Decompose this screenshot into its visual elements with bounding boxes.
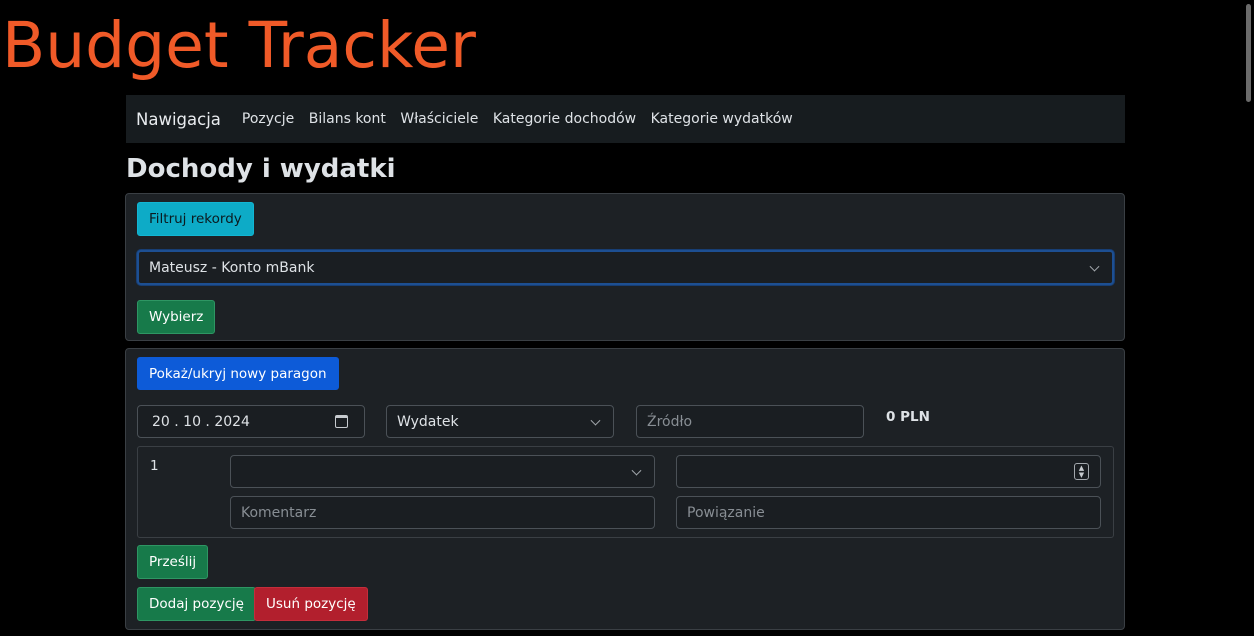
app-title: Budget Tracker	[2, 9, 476, 82]
navbar: Nawigacja Pozycje Bilans kont Właściciel…	[126, 95, 1125, 143]
chevron-down-icon	[631, 465, 642, 476]
receipt-item: 1 ▲ ▼ Komentarz Powiązanie	[137, 446, 1114, 538]
nav-link-kategorie-dochodow[interactable]: Kategorie dochodów	[493, 111, 636, 127]
nav-link-bilans-kont[interactable]: Bilans kont	[309, 111, 386, 127]
spinner-icon[interactable]: ▲ ▼	[1074, 463, 1089, 480]
source-input-placeholder: Źródło	[647, 413, 693, 430]
account-select[interactable]: Mateusz - Konto mBank	[137, 250, 1114, 285]
filter-records-button[interactable]: Filtruj rekordy	[137, 202, 254, 236]
date-input-value: 20 . 10 . 2024	[152, 413, 250, 430]
filter-card: Filtruj rekordy Mateusz - Konto mBank Wy…	[125, 193, 1125, 341]
nav-link-wlasciciele[interactable]: Właściciele	[400, 111, 478, 127]
type-select-value: Wydatek	[397, 413, 459, 430]
nav-link-kategorie-wydatkow[interactable]: Kategorie wydatków	[651, 111, 793, 127]
remove-item-button[interactable]: Usuń pozycję	[254, 587, 368, 621]
receipt-card: Pokaż/ukryj nowy paragon 20 . 10 . 2024 …	[125, 348, 1125, 630]
calendar-icon[interactable]	[335, 415, 348, 428]
navbar-brand[interactable]: Nawigacja	[136, 110, 221, 129]
source-input[interactable]: Źródło	[636, 405, 864, 438]
chevron-down-icon	[1089, 261, 1100, 272]
add-item-button[interactable]: Dodaj pozycję	[137, 587, 256, 621]
item-comment-placeholder: Komentarz	[241, 504, 317, 521]
item-link-input[interactable]: Powiązanie	[676, 496, 1101, 529]
page-title: Dochody i wydatki	[126, 154, 396, 184]
item-number: 1	[150, 458, 159, 474]
scrollbar-thumb[interactable]	[1246, 4, 1251, 102]
item-amount-input[interactable]: ▲ ▼	[676, 455, 1101, 488]
choose-button[interactable]: Wybierz	[137, 300, 216, 334]
item-comment-input[interactable]: Komentarz	[230, 496, 655, 529]
date-input[interactable]: 20 . 10 . 2024	[137, 405, 365, 438]
submit-receipt-button[interactable]: Prześlij	[137, 545, 209, 579]
spinner-down-icon[interactable]: ▼	[1079, 471, 1084, 479]
type-select[interactable]: Wydatek	[386, 405, 614, 438]
toggle-receipt-button[interactable]: Pokaż/ukryj nowy paragon	[137, 357, 339, 390]
item-category-select[interactable]	[230, 455, 655, 488]
page-scrollbar[interactable]	[1242, 0, 1254, 636]
nav-link-pozycje[interactable]: Pozycje	[242, 111, 294, 127]
receipt-total: 0 PLN	[886, 409, 930, 425]
account-select-value: Mateusz - Konto mBank	[149, 259, 315, 276]
item-link-placeholder: Powiązanie	[687, 504, 765, 521]
chevron-down-icon	[590, 415, 601, 426]
